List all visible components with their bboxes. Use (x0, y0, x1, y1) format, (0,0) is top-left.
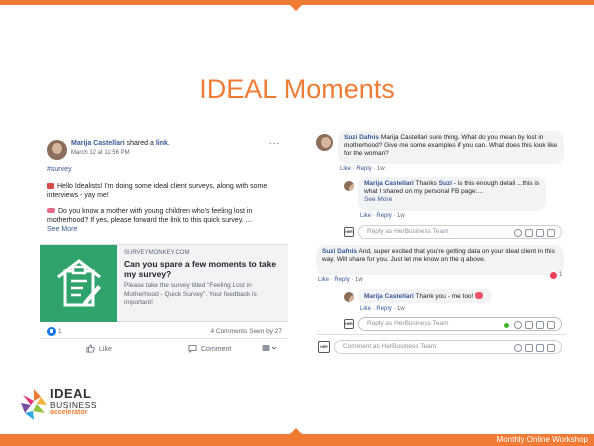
reply-input-active[interactable]: Reply as HerBusiness Team (358, 317, 562, 331)
reactions-count[interactable]: 1 (58, 328, 62, 335)
comments-panel: Suzi Dafnis Marija Castellari sure thing… (316, 131, 566, 357)
comment-like-link[interactable]: Like (340, 166, 351, 172)
input-icons (511, 343, 555, 355)
share-options-icon[interactable] (262, 344, 277, 354)
input-icons (511, 228, 555, 240)
comment-meta: Like · Reply · 1w (318, 277, 363, 283)
link-domain: SURVEYMONKEY.COM (124, 250, 190, 256)
gif-icon[interactable] (536, 229, 544, 238)
post-author-line: Marija Castellari shared a link. (71, 140, 170, 147)
comment-icon (188, 344, 197, 355)
post-action-text: shared a (124, 140, 156, 147)
ideal-business-logo: IDEAL BUSINESS accelerator (19, 385, 119, 427)
post-actions: Like Comment (40, 341, 288, 357)
gif-icon[interactable] (536, 344, 544, 353)
sticker-icon[interactable] (547, 321, 555, 330)
survey-clipboard-icon (40, 245, 117, 322)
comments-divider (316, 334, 566, 335)
comment-bubble: Suzi Dafnis And, super excited that you'… (316, 245, 564, 275)
team-avatar: HER (318, 341, 330, 353)
post-action-link[interactable]: link (156, 140, 168, 147)
comment-like-link[interactable]: Like (318, 277, 329, 283)
team-avatar: HER (344, 227, 354, 237)
reply-reply-link[interactable]: Reply (376, 306, 391, 312)
link-description: Please take the survey titled "Feeling L… (124, 282, 257, 306)
heart-eyes-emoji-icon (475, 292, 484, 299)
logo-mark-icon (21, 389, 47, 420)
love-reaction-icon[interactable] (549, 271, 558, 280)
post-paragraph-1: Hello Idealists! I'm doing some ideal cl… (47, 183, 268, 199)
camera-icon[interactable] (525, 321, 533, 330)
team-avatar: HER (344, 319, 354, 329)
sticker-icon[interactable] (547, 344, 555, 353)
reaction-count[interactable]: 1 (559, 272, 562, 278)
reply-bubble: Marija Castellari Thanks Suzi - is this … (358, 177, 546, 211)
slide: IDEAL Moments Marija Castellari shared a… (0, 0, 594, 446)
logo-line-1: IDEAL (50, 386, 92, 401)
footer-text: Monthly Online Workshop (496, 435, 588, 444)
reply-avatar[interactable] (344, 292, 354, 302)
like-reaction-icon[interactable] (47, 327, 56, 336)
reply-input[interactable]: Reply as HerBusiness Team (358, 225, 562, 239)
emoji-icon (47, 208, 55, 213)
emoji-icon[interactable] (514, 321, 522, 330)
camera-icon[interactable] (525, 229, 533, 238)
slide-title: IDEAL Moments (199, 74, 395, 104)
top-notch (290, 5, 302, 11)
reply-like-link[interactable]: Like (360, 213, 371, 219)
thumbs-up-icon (86, 344, 95, 355)
reply-like-link[interactable]: Like (360, 306, 371, 312)
comment-bubble: Suzi Dafnis Marija Castellari sure thing… (338, 131, 564, 164)
more-options-icon[interactable]: ··· (269, 138, 281, 149)
post-stats: 1 4 Comments Seen by 27 (40, 325, 288, 339)
camera-icon[interactable] (525, 344, 533, 353)
input-icons (504, 320, 555, 332)
post-author-name[interactable]: Marija Castellari (71, 140, 125, 147)
emoji-icon (47, 183, 54, 189)
post-paragraph-2: Do you know a mother with young children… (47, 208, 253, 233)
author-avatar[interactable] (47, 140, 67, 160)
comment-input[interactable]: Comment as HerBusiness Team (334, 340, 562, 354)
reply-meta: Like · Reply · 1w (360, 213, 405, 219)
emoji-icon[interactable] (514, 229, 522, 238)
facebook-post: Marija Castellari shared a link. March 1… (40, 136, 288, 358)
link-preview-card[interactable]: SURVEYMONKEY.COM Can you spare a few mom… (40, 244, 288, 322)
sticker-icon[interactable] (547, 229, 555, 238)
reply-meta: Like · Reply · 1w (360, 306, 405, 312)
see-more-link[interactable]: See More (364, 196, 392, 203)
see-more-link[interactable]: See More (47, 226, 77, 233)
post-header: Marija Castellari shared a link. March 1… (40, 136, 288, 160)
reply-bubble: Marija Castellari Thank you - me too! (358, 289, 492, 303)
comment-reply-link[interactable]: Reply (334, 277, 349, 283)
gif-icon[interactable] (536, 321, 544, 330)
reply-reply-link[interactable]: Reply (376, 213, 391, 219)
link-title[interactable]: Can you spare a few moments to take my s… (124, 259, 282, 279)
comment-reply-link[interactable]: Reply (356, 166, 371, 172)
reply-avatar[interactable] (344, 181, 354, 191)
logo-line-3: accelerator (50, 409, 88, 416)
like-button[interactable]: Like (86, 344, 112, 355)
post-hashtag[interactable]: #survey (47, 166, 72, 173)
comment-button[interactable]: Comment (188, 344, 231, 355)
commenter-avatar[interactable] (316, 134, 333, 151)
comments-seen-count[interactable]: 4 Comments Seen by 27 (210, 328, 282, 335)
comment-meta: Like · Reply · 1w (340, 166, 385, 172)
online-indicator-icon (504, 322, 509, 328)
emoji-icon[interactable] (514, 344, 522, 353)
post-date[interactable]: March 12 at 11:56 PM (71, 150, 130, 156)
